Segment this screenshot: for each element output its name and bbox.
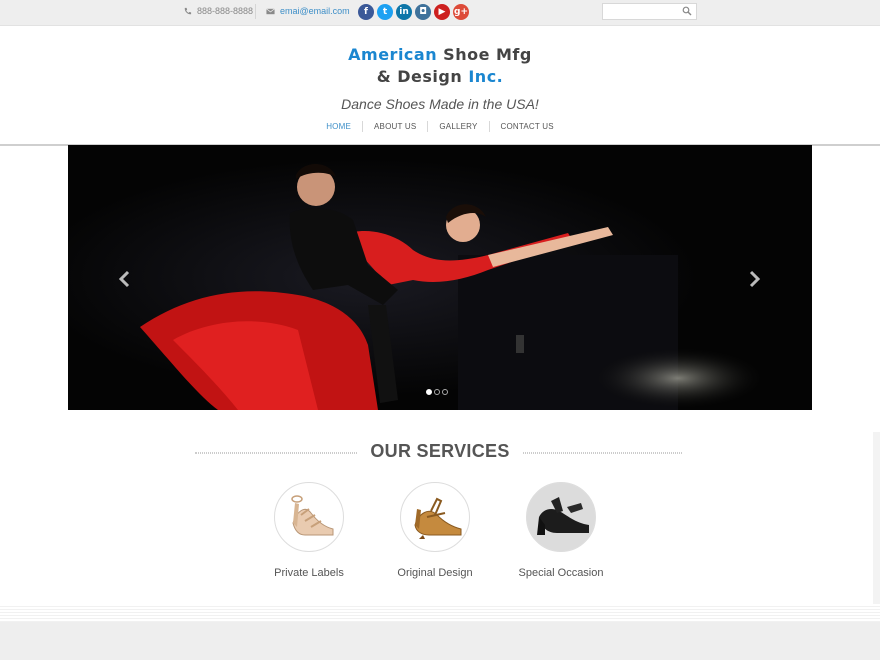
email-link[interactable]: emai@email.com (280, 6, 350, 16)
logo-word-inc: Inc. (468, 67, 504, 86)
service-original-design[interactable]: Original Design (380, 482, 490, 579)
hero-slider[interactable] (68, 145, 812, 410)
service-label[interactable]: Private Labels (254, 567, 364, 579)
search-input[interactable] (602, 3, 697, 20)
social-links: f t in ◘ ▶ g+ (358, 4, 469, 20)
linkedin-icon[interactable]: in (396, 4, 412, 20)
service-image[interactable] (274, 482, 344, 552)
services-heading: OUR SERVICES (0, 441, 880, 463)
phone-number: 888-888-8888 (197, 6, 254, 16)
phone-contact: 888-888-8888 (183, 6, 253, 16)
site-logo-line-1[interactable]: American Shoe Mfg (0, 45, 880, 64)
page-edge (873, 432, 880, 622)
mail-icon (266, 8, 275, 14)
footer-stripes (0, 604, 880, 622)
slider-dot[interactable] (442, 389, 448, 395)
main-nav: HOME ABOUT US GALLERY CONTACT US (0, 121, 880, 132)
logo-word-american: American (348, 45, 438, 64)
nav-item-home[interactable]: HOME (315, 121, 362, 132)
facebook-icon[interactable]: f (358, 4, 374, 20)
site-tagline: Dance Shoes Made in the USA! (341, 96, 539, 112)
slider-dot[interactable] (426, 389, 432, 395)
t-strap-heel-shoe-icon (414, 497, 462, 539)
email-contact[interactable]: emai@email.com (266, 6, 350, 16)
service-private-labels[interactable]: Private Labels (254, 482, 364, 579)
instagram-icon[interactable]: ◘ (415, 4, 431, 20)
black-strap-shoe-icon (527, 483, 595, 551)
service-image[interactable] (526, 482, 596, 552)
youtube-icon[interactable]: ▶ (434, 4, 450, 20)
logo-word-design: & Design (376, 67, 463, 86)
services-title: OUR SERVICES (358, 441, 522, 461)
slider-pagination (426, 389, 448, 395)
footer (0, 622, 880, 660)
hero-image (68, 145, 812, 410)
service-image[interactable] (400, 482, 470, 552)
twitter-icon[interactable]: t (377, 4, 393, 20)
googleplus-icon[interactable]: g+ (453, 4, 469, 20)
nav-item-about-us[interactable]: ABOUT US (362, 121, 427, 132)
nav-item-gallery[interactable]: GALLERY (427, 121, 488, 132)
strappy-heel-shoe-icon (291, 495, 334, 536)
service-label[interactable]: Original Design (380, 567, 490, 579)
service-label[interactable]: Special Occasion (506, 567, 616, 579)
chevron-left-icon[interactable] (118, 270, 132, 288)
service-special-occasion[interactable]: Special Occasion (506, 482, 616, 579)
logo-word-shoe-mfg: Shoe Mfg (443, 45, 532, 64)
slider-dot[interactable] (434, 389, 440, 395)
site-logo-line-2[interactable]: & Design Inc. (0, 67, 880, 86)
divider (255, 4, 256, 19)
nav-item-contact-us[interactable]: CONTACT US (488, 121, 565, 132)
search-icon[interactable] (682, 6, 692, 16)
top-bar: 888-888-8888 emai@email.com f t in ◘ ▶ g+ (0, 0, 880, 26)
chevron-right-icon[interactable] (747, 270, 761, 288)
phone-icon (184, 7, 192, 14)
